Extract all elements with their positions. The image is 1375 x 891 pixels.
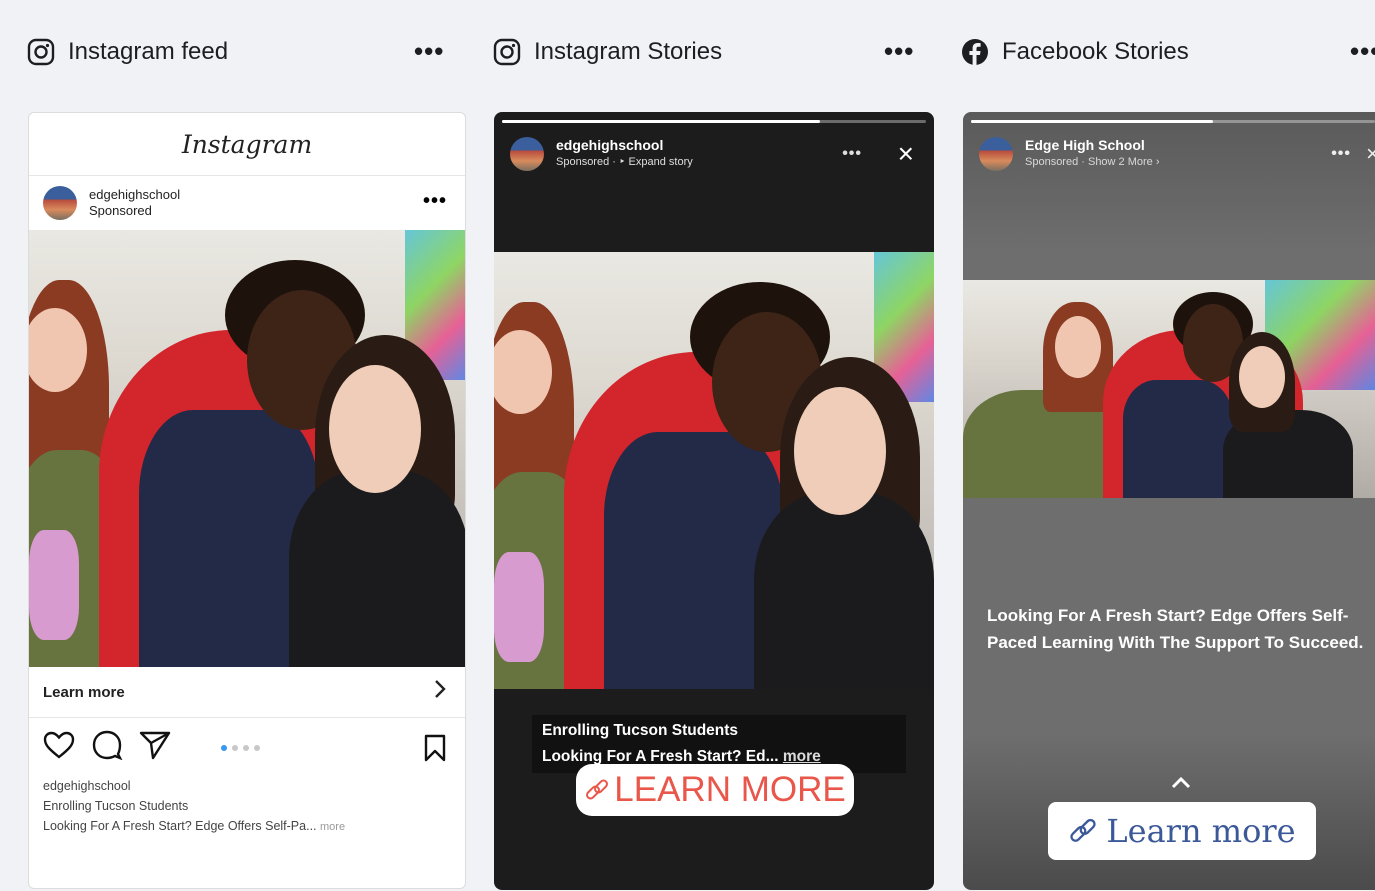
- photo-figure: [1123, 380, 1233, 498]
- link-icon: [584, 777, 610, 803]
- column-title: Instagram feed: [68, 38, 229, 65]
- ad-photo[interactable]: [963, 280, 1375, 498]
- carousel-indicator: [221, 745, 260, 751]
- caption-more-link[interactable]: more: [783, 748, 821, 765]
- story-header: edgehighschool Sponsored · ‣ Expand stor…: [510, 134, 918, 174]
- facebook-icon: [960, 37, 990, 67]
- account-name[interactable]: Edge High School: [1025, 137, 1160, 154]
- caption-line: Enrolling Tucson Students: [542, 722, 739, 739]
- learn-more-button[interactable]: LEARN MORE: [576, 764, 854, 816]
- learn-more-link[interactable]: Learn more: [29, 667, 465, 718]
- post-caption: edgehighschool Enrolling Tucson Students…: [29, 776, 465, 837]
- caption-line: Enrolling Tucson Students: [43, 799, 189, 813]
- instagram-feed-preview: Instagram edgehighschool Sponsored ••• L…: [28, 112, 466, 889]
- more-options-button[interactable]: •••: [414, 36, 444, 67]
- instagram-icon: [26, 37, 56, 67]
- story-progress-bar: [502, 120, 926, 123]
- facebook-story-preview: Edge High School Sponsored · Show 2 More…: [963, 112, 1375, 890]
- instagram-logo: Instagram: [29, 113, 465, 176]
- photo-figure: [494, 552, 544, 662]
- story-progress-fill: [502, 120, 820, 123]
- instagram-story-preview: edgehighschool Sponsored · ‣ Expand stor…: [494, 112, 934, 890]
- caption-account[interactable]: edgehighschool: [43, 776, 451, 796]
- photo-figure: [1239, 346, 1285, 408]
- chevron-right-icon: [433, 679, 447, 705]
- learn-more-label: LEARN MORE: [614, 770, 846, 809]
- story-options-button[interactable]: •••: [842, 145, 862, 163]
- column-header-instagram-feed: Instagram feed: [26, 30, 228, 74]
- comment-icon[interactable]: [91, 730, 123, 765]
- share-icon[interactable]: [139, 730, 171, 765]
- learn-more-button[interactable]: Learn more: [1048, 802, 1316, 860]
- avatar[interactable]: [510, 137, 544, 171]
- photo-figure: [754, 492, 934, 689]
- learn-more-label: Learn more: [43, 683, 125, 701]
- column-header-instagram-stories: Instagram Stories: [492, 30, 722, 74]
- column-title: Facebook Stories: [1002, 38, 1189, 65]
- caption-more-link[interactable]: more: [320, 821, 345, 833]
- photo-figure: [289, 470, 465, 667]
- ad-photo[interactable]: [494, 252, 934, 689]
- carousel-dot: [232, 745, 238, 751]
- sponsored-expand-label[interactable]: Sponsored · ‣ Expand story: [556, 154, 693, 171]
- story-progress-fill: [971, 120, 1214, 123]
- photo-figure: [1055, 316, 1101, 378]
- sponsored-label: Sponsored: [89, 203, 152, 218]
- account-info: edgehighschool Sponsored: [89, 187, 180, 219]
- carousel-dot: [243, 745, 249, 751]
- close-icon[interactable]: ×: [1366, 141, 1375, 167]
- sponsored-show-more-label[interactable]: Sponsored · Show 2 More ›: [1025, 154, 1160, 171]
- story-options-button[interactable]: •••: [1331, 145, 1351, 163]
- post-actions: [29, 718, 465, 776]
- account-info: edgehighschool Sponsored · ‣ Expand stor…: [556, 137, 693, 171]
- avatar[interactable]: [43, 186, 77, 220]
- story-header: Edge High School Sponsored · Show 2 More…: [979, 134, 1375, 174]
- caption-text: Looking For A Fresh Start? Ed...: [542, 748, 779, 765]
- bookmark-icon[interactable]: [423, 734, 447, 767]
- carousel-dot: [221, 745, 227, 751]
- column-header-facebook-stories: Facebook Stories: [960, 30, 1189, 74]
- post-options-button[interactable]: •••: [423, 190, 447, 213]
- more-options-button[interactable]: •••: [884, 36, 914, 67]
- link-icon: [1068, 816, 1098, 846]
- avatar[interactable]: [979, 137, 1013, 171]
- more-options-button[interactable]: •••: [1350, 36, 1375, 67]
- close-icon[interactable]: ×: [898, 140, 914, 168]
- caption-line-truncated: Looking For A Fresh Start? Edge Offers S…: [43, 816, 451, 837]
- account-name[interactable]: edgehighschool: [556, 137, 693, 154]
- account-name[interactable]: edgehighschool: [89, 187, 180, 203]
- chevron-up-icon[interactable]: [1170, 772, 1192, 795]
- account-info: Edge High School Sponsored · Show 2 More…: [1025, 137, 1160, 171]
- story-progress-bar: [971, 120, 1375, 123]
- column-title: Instagram Stories: [534, 38, 723, 65]
- photo-figure: [29, 530, 79, 640]
- story-headline: Looking For A Fresh Start? Edge Offers S…: [987, 606, 1364, 652]
- ad-photo[interactable]: [29, 230, 465, 667]
- learn-more-label: Learn more: [1106, 812, 1296, 850]
- carousel-dot: [254, 745, 260, 751]
- photo-figure: [794, 387, 886, 515]
- heart-icon[interactable]: [43, 731, 75, 764]
- caption-text: Looking For A Fresh Start? Edge Offers S…: [43, 819, 317, 833]
- photo-figure: [329, 365, 421, 493]
- instagram-icon: [492, 37, 522, 67]
- post-header: edgehighschool Sponsored •••: [29, 176, 465, 230]
